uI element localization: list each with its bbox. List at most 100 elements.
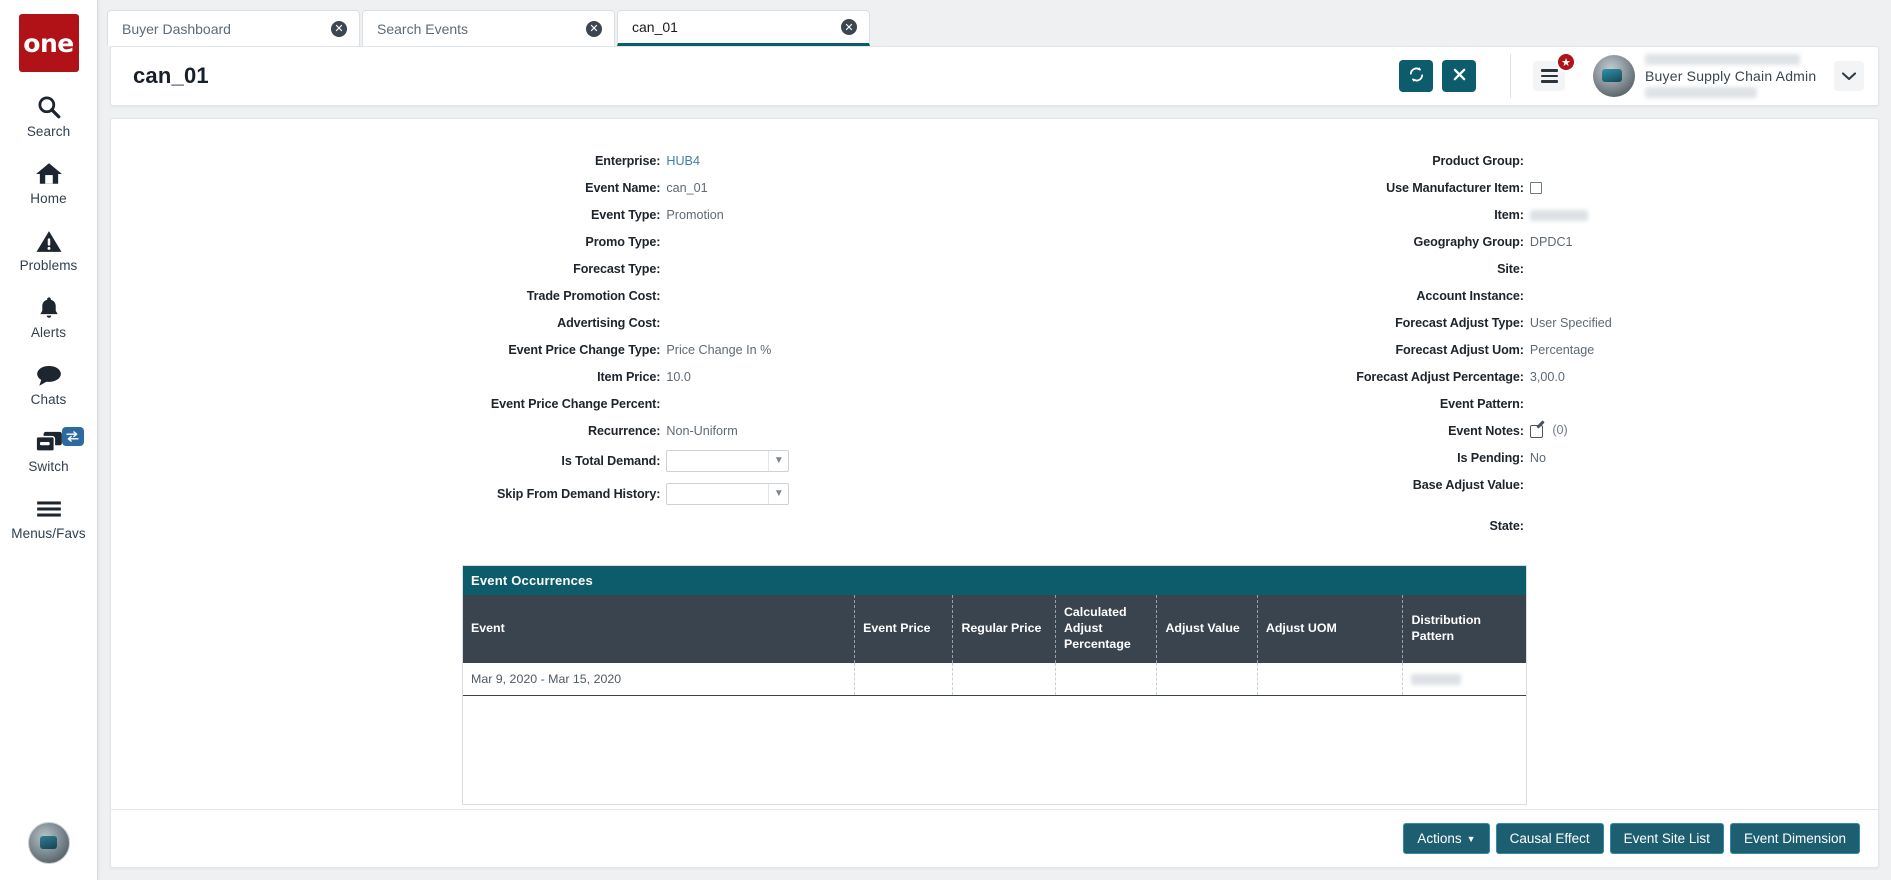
field-label: Geography Group: (1413, 234, 1524, 249)
field-value: Promotion (666, 207, 724, 222)
use-manufacturer-item-checkbox[interactable] (1529, 182, 1542, 195)
user-menu-chevron-down-icon[interactable] (1834, 61, 1864, 91)
user-org-redacted (1645, 87, 1757, 98)
field-label: Enterprise: (594, 153, 661, 168)
sidebar-item-menus-favs[interactable]: Menus/Favs (0, 494, 98, 541)
one-logo[interactable]: one (18, 14, 79, 72)
skip-from-demand-history-select[interactable]: ▼ (666, 482, 790, 505)
field-advertising-cost: Advertising Cost: (131, 309, 995, 336)
field-trade-promotion-cost: Trade Promotion Cost: (131, 282, 995, 309)
field-value: can_01 (666, 180, 708, 195)
field-label: Promo Type: (585, 234, 661, 249)
field-value-wrap: ▼ (666, 482, 994, 505)
field-value: Percentage (1529, 342, 1595, 357)
field-label: Is Pending: (1457, 450, 1524, 465)
column-header-event-price[interactable]: Event Price (854, 595, 954, 663)
home-icon (35, 159, 63, 189)
sidebar-item-label: Chats (30, 392, 67, 407)
event-dimension-button[interactable]: Event Dimension (1729, 822, 1860, 855)
column-header-event[interactable]: Event (463, 595, 856, 663)
close-icon[interactable]: ✕ (586, 20, 602, 37)
field-use-manufacturer-item: Use Manufacturer Item: (995, 174, 1859, 201)
field-recurrence: Recurrence: Non-Uniform (131, 417, 995, 444)
tab-search-events[interactable]: Search Events ✕ (362, 10, 615, 46)
field-event-name: Event Name: can_01 (131, 174, 995, 201)
field-label: Forecast Adjust Percentage: (1356, 369, 1524, 384)
field-label: Advertising Cost: (557, 315, 661, 330)
column-header-adjust-value[interactable]: Adjust Value (1156, 595, 1258, 663)
refresh-icon (1408, 66, 1425, 86)
chevron-down-icon: ▼ (768, 483, 788, 504)
content-scroll: Enterprise: HUB4 Event Name: can_01 Even… (98, 106, 1891, 880)
field-label: Account Instance: (1416, 288, 1524, 303)
refresh-button[interactable] (1399, 60, 1433, 92)
is-total-demand-select[interactable]: ▼ (666, 449, 790, 472)
sidebar-item-label: Alerts (30, 325, 67, 340)
field-label: Item Price: (597, 369, 661, 384)
column-header-calculated-adjust-percentage[interactable]: Calculated Adjust Percentage (1055, 595, 1158, 663)
field-value: (0) (1552, 423, 1568, 438)
sidebar-item-problems[interactable]: Problems (0, 226, 98, 273)
close-icon[interactable]: ✕ (841, 19, 857, 35)
header-menu-button[interactable]: ★ (1533, 52, 1576, 91)
warning-triangle-icon (35, 226, 63, 256)
cell-distribution-pattern (1402, 662, 1526, 696)
field-label: Recurrence: (587, 423, 661, 438)
close-button[interactable] (1442, 60, 1476, 92)
table-row[interactable]: Mar 9, 2020 - Mar 15, 2020 (463, 662, 1526, 696)
cell-adjust-uom (1257, 662, 1404, 696)
field-base-adjust-value: Base Adjust Value: (995, 471, 1859, 498)
table-header: Event Event Price Regular Price Calculat… (463, 595, 1526, 663)
field-forecast-adjust-uom: Forecast Adjust Uom: Percentage (995, 336, 1859, 363)
field-value: Price Change In % (666, 342, 772, 357)
field-value: No (1529, 450, 1546, 465)
close-icon[interactable]: ✕ (331, 20, 347, 37)
tab-label: Buyer Dashboard (122, 20, 231, 37)
sidebar-item-label: Menus/Favs (11, 526, 86, 541)
user-role: Buyer Supply Chain Admin (1645, 68, 1817, 84)
cell-adjust-value (1156, 662, 1258, 696)
search-icon (36, 92, 62, 122)
field-label: Skip From Demand History: (497, 486, 661, 501)
field-event-notes: Event Notes: (0) (995, 417, 1859, 444)
event-occurrences-table: Event Event Price Regular Price Calculat… (463, 595, 1526, 696)
field-value[interactable]: HUB4 (666, 154, 994, 168)
hamburger-icon (35, 494, 63, 524)
field-label: Item: (1494, 207, 1524, 222)
causal-effect-button[interactable]: Causal Effect (1495, 822, 1604, 855)
actions-button[interactable]: Actions ▼ (1403, 822, 1490, 855)
table-empty-space (463, 695, 1526, 804)
left-nav-rail: one Search Home Problems Alerts Chats Sw… (0, 0, 98, 880)
swap-arrows-icon[interactable] (61, 427, 84, 446)
tab-can-01[interactable]: can_01 ✕ (617, 10, 870, 46)
close-icon (1452, 67, 1467, 85)
field-label: Event Price Change Type: (508, 342, 661, 357)
field-event-pattern: Event Pattern: (995, 390, 1859, 417)
cell-event: Mar 9, 2020 - Mar 15, 2020 (463, 662, 856, 696)
event-occurrences-panel: Event Occurrences Event Event Price Regu… (462, 565, 1527, 805)
column-header-regular-price[interactable]: Regular Price (952, 595, 1056, 663)
rail-avatar[interactable] (27, 822, 70, 864)
field-label: Trade Promotion Cost: (526, 288, 661, 303)
favorites-star-badge[interactable]: ★ (1556, 52, 1576, 72)
tab-buyer-dashboard[interactable]: Buyer Dashboard ✕ (107, 10, 360, 46)
field-label: Product Group: (1432, 153, 1524, 168)
sidebar-item-search[interactable]: Search (0, 92, 98, 139)
sidebar-item-label: Search (26, 124, 71, 139)
event-site-list-button[interactable]: Event Site List (1609, 822, 1724, 855)
sidebar-item-alerts[interactable]: Alerts (0, 293, 98, 340)
field-value-wrap (1529, 181, 1858, 195)
field-enterprise: Enterprise: HUB4 (131, 147, 995, 174)
sidebar-item-chats[interactable]: Chats (0, 360, 98, 407)
cell-regular-price (952, 662, 1056, 696)
edit-note-icon[interactable] (1529, 424, 1543, 438)
sidebar-item-home[interactable]: Home (0, 159, 98, 206)
field-label: Event Type: (591, 207, 661, 222)
avatar[interactable] (1593, 55, 1635, 97)
user-info: Buyer Supply Chain Admin (1645, 54, 1820, 98)
column-header-adjust-uom[interactable]: Adjust UOM (1257, 595, 1404, 663)
column-header-distribution-pattern[interactable]: Distribution Pattern (1402, 595, 1526, 663)
field-label: Is Total Demand: (561, 453, 661, 468)
sidebar-item-switch[interactable]: Switch (0, 427, 98, 474)
field-label: Forecast Type: (573, 261, 661, 276)
